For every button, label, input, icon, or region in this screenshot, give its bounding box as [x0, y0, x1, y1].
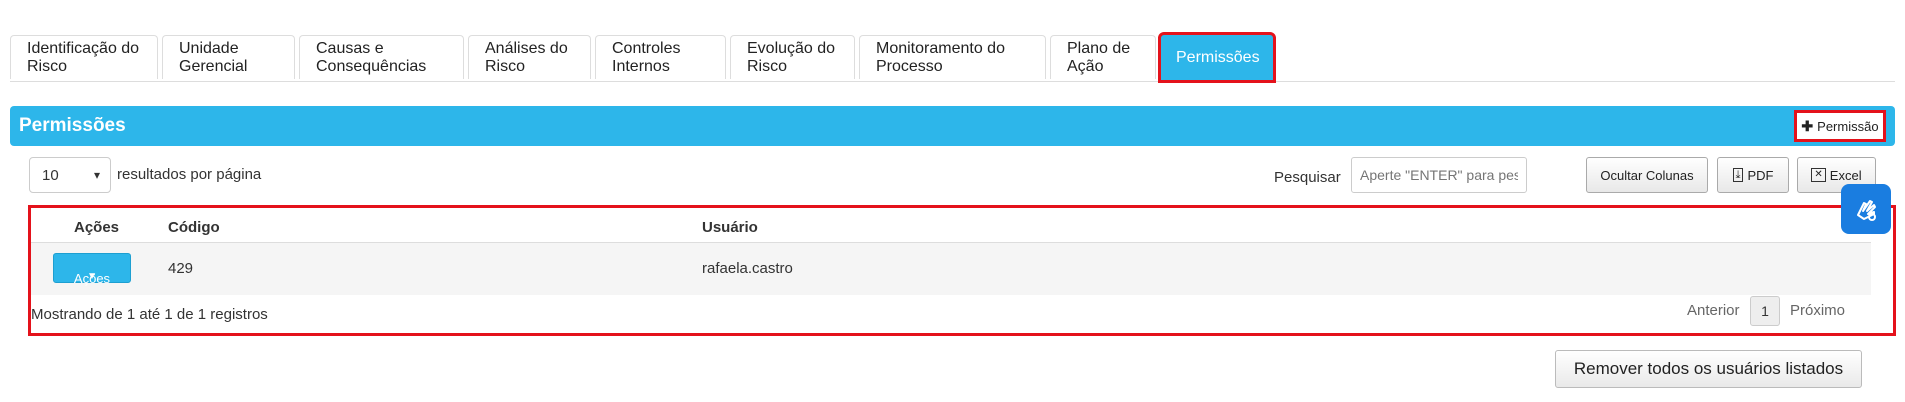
add-permission-button[interactable]: ✚ Permissão [1794, 110, 1886, 142]
pagination-next[interactable]: Próximo [1790, 302, 1845, 319]
table-row: Ações ▼ 429 rafaela.castro [31, 243, 1871, 295]
per-page-label: resultados por página [117, 166, 262, 183]
tab-identificacao-do-risco[interactable]: Identificação do Risco [10, 35, 158, 79]
pdf-label: PDF [1747, 167, 1774, 183]
add-permission-label: Permissão [1817, 118, 1879, 134]
panel-header: Permissões ✚ Permissão [10, 106, 1895, 146]
tab-bar: Identificação do Risco Unidade Gerencial… [10, 32, 1895, 83]
permissions-table: Ações Código Usuário Ações ▼ 429 rafaela… [28, 205, 1896, 336]
sign-language-icon [1857, 200, 1876, 221]
pdf-file-icon: ⤓ [1732, 168, 1744, 182]
accessibility-widget[interactable] [1841, 184, 1891, 234]
tab-monitoramento-do-processo[interactable]: Monitoramento do Processo [859, 35, 1046, 79]
tab-permissoes[interactable]: Permissões [1158, 32, 1276, 83]
pagination-page-number: 1 [1761, 303, 1769, 319]
tab-evolucao-do-risco[interactable]: Evolução do Risco [730, 35, 855, 79]
chevron-down-icon: ▾ [93, 168, 100, 182]
page-size-value: 10 [42, 166, 59, 184]
tab-unidade-gerencial[interactable]: Unidade Gerencial [162, 35, 295, 79]
panel-title: Permissões [19, 115, 126, 136]
search-label: Pesquisar [1274, 169, 1341, 186]
caret-down-icon: ▼ [87, 271, 97, 282]
row-user: rafaela.castro [702, 260, 793, 277]
pdf-button[interactable]: ⤓ PDF [1717, 157, 1789, 193]
remove-all-users-label: Remover todos os usuários listados [1573, 359, 1844, 378]
table-controls: 10 ▾ resultados por página Pesquisar Ocu… [29, 157, 1876, 195]
hide-columns-button[interactable]: Ocultar Colunas [1586, 157, 1708, 193]
tab-plano-de-acao[interactable]: Plano de Ação [1050, 35, 1156, 79]
excel-label: Excel [1829, 167, 1862, 183]
page-size-select[interactable]: 10 ▾ [29, 157, 111, 193]
header-code[interactable]: Código [168, 219, 220, 236]
remove-all-users-button[interactable]: Remover todos os usuários listados [1555, 350, 1862, 388]
table-info: Mostrando de 1 até 1 de 1 registros [31, 306, 268, 323]
hide-columns-label: Ocultar Colunas [1600, 167, 1694, 183]
tab-controles-internos[interactable]: Controles Internos [595, 35, 726, 79]
plus-icon: ✚ [1801, 117, 1814, 134]
search-input[interactable] [1351, 157, 1527, 193]
pagination-page[interactable]: 1 [1750, 296, 1780, 326]
row-code: 429 [168, 260, 194, 277]
table-header: Ações Código Usuário [31, 212, 1871, 243]
header-actions[interactable]: Ações [74, 219, 119, 236]
header-user[interactable]: Usuário [702, 219, 758, 236]
tab-analises-do-risco[interactable]: Análises do Risco [468, 35, 591, 79]
pagination-previous[interactable]: Anterior [1687, 302, 1740, 319]
tab-causas-e-consequencias[interactable]: Causas e Consequências [299, 35, 464, 79]
excel-file-icon: ✕ [1811, 168, 1826, 182]
row-actions-button[interactable]: Ações ▼ [53, 253, 131, 286]
